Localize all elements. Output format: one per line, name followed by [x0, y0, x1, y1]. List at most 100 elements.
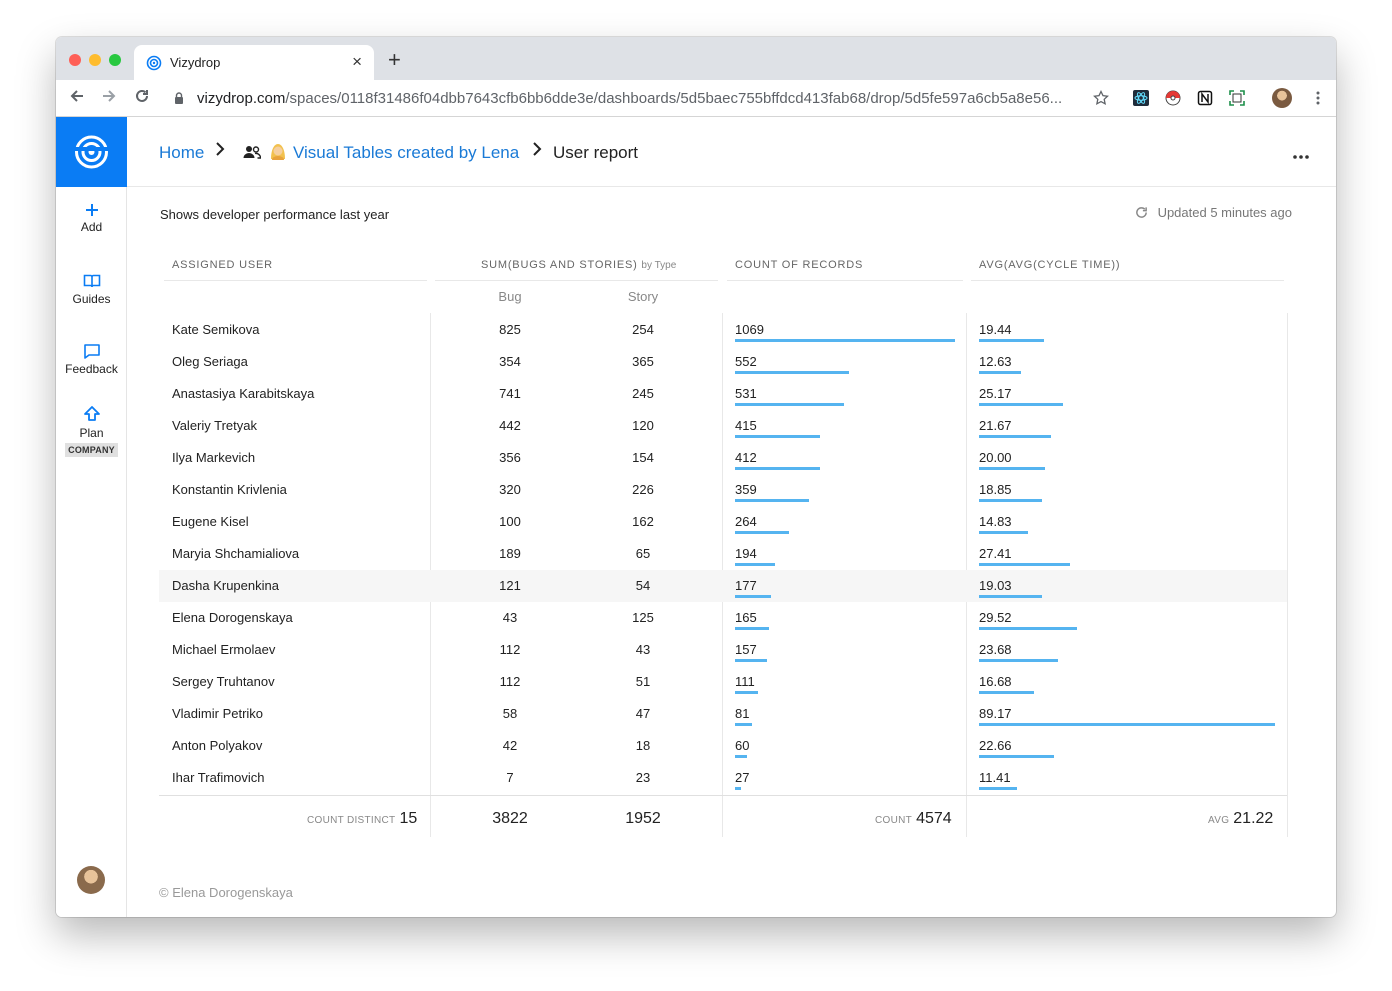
count-bar [735, 627, 769, 630]
maximize-window-button[interactable] [109, 54, 121, 66]
cell-user: Kate Semikova [172, 322, 260, 337]
browser-window: Vizydrop × + vizydrop.com/spaces/0118f31… [56, 37, 1336, 917]
cell-count: 165 [735, 610, 757, 625]
react-devtools-icon[interactable] [1133, 90, 1149, 106]
table-row[interactable]: Valeriy Tretyak 442 120 415 21.67 [159, 410, 1287, 442]
chevron-right-icon [215, 140, 225, 161]
cell-story: 23 [635, 770, 651, 785]
table-row[interactable]: Kate Semikova 825 254 1069 19.44 [159, 314, 1287, 346]
browser-tab[interactable]: Vizydrop × [134, 45, 374, 80]
cell-story: 120 [632, 418, 654, 433]
count-bar [735, 723, 752, 726]
screenshot-extension-icon[interactable] [1229, 90, 1245, 106]
cell-story: 65 [635, 546, 651, 561]
total-distinct-users: COUNT DISTINCT 15 [307, 810, 417, 828]
person-emoji-icon [268, 141, 288, 166]
column-header-avg[interactable]: AVG(AVG(CYCLE TIME)) [979, 259, 1120, 271]
profile-avatar-icon[interactable] [1272, 88, 1292, 108]
column-divider [1287, 313, 1288, 837]
cell-story: 365 [632, 354, 654, 369]
back-arrow-icon[interactable] [68, 87, 86, 111]
count-bar [735, 755, 747, 758]
cell-avg: 21.67 [979, 418, 1012, 433]
column-header-count[interactable]: COUNT OF RECORDS [735, 259, 863, 271]
column-header-user[interactable]: ASSIGNED USER [172, 259, 273, 271]
cell-count: 359 [735, 482, 757, 497]
table-row[interactable]: Eugene Kisel 100 162 264 14.83 [159, 506, 1287, 538]
cell-user: Anton Polyakov [172, 738, 263, 753]
lock-icon[interactable] [174, 92, 184, 110]
total-distinct-label: COUNT DISTINCT [307, 815, 396, 826]
sidebar-item-add[interactable]: Add [56, 203, 127, 234]
url-path: /spaces/0118f31486f04dbb7643cfb6bb6dde3e… [285, 90, 1063, 107]
count-bar [735, 371, 849, 374]
cell-avg: 11.41 [979, 770, 1011, 785]
avg-bar [979, 371, 1021, 374]
cell-count: 111 [735, 674, 755, 689]
table-row[interactable]: Maryia Shchamialiova 189 65 194 27.41 [159, 538, 1287, 570]
table-row[interactable]: Elena Dorogenskaya 43 125 165 29.52 [159, 602, 1287, 634]
users-group-icon [243, 145, 262, 164]
avg-bar [979, 403, 1063, 406]
book-icon [56, 273, 127, 292]
user-avatar[interactable] [77, 866, 105, 894]
cell-bug: 825 [499, 322, 521, 337]
app-sidebar: Add Guides Feedback Plan COMPANY [56, 117, 127, 917]
updated-text: Updated 5 minutes ago [1157, 205, 1292, 220]
avg-bar [979, 563, 1070, 566]
table-row[interactable]: Sergey Truhtanov 112 51 111 16.68 [159, 666, 1287, 698]
count-bar [735, 339, 955, 342]
avg-bar [979, 339, 1044, 342]
vizydrop-logo[interactable] [56, 117, 127, 187]
table-row[interactable]: Ilya Markevich 356 154 412 20.00 [159, 442, 1287, 474]
forward-arrow-icon[interactable] [100, 87, 118, 111]
cell-avg: 14.83 [979, 514, 1012, 529]
minimize-window-button[interactable] [89, 54, 101, 66]
table-row[interactable]: Ihar Trafimovich 7 23 27 11.41 [159, 762, 1287, 794]
avg-bar [979, 435, 1051, 438]
table-row[interactable]: Michael Ermolaev 112 43 157 23.68 [159, 634, 1287, 666]
notion-extension-icon[interactable] [1197, 90, 1213, 106]
cell-user: Eugene Kisel [172, 514, 249, 529]
breadcrumb-space[interactable]: Visual Tables created by Lena [293, 143, 519, 163]
cell-count: 412 [735, 450, 757, 465]
header-underline [435, 280, 718, 281]
cell-avg: 20.00 [979, 450, 1012, 465]
total-avg: AVG 21.22 [1208, 810, 1273, 828]
table-row[interactable]: Vladimir Petriko 58 47 81 89.17 [159, 698, 1287, 730]
table-row[interactable]: Dasha Krupenkina 121 54 177 19.03 [159, 570, 1287, 602]
column-header-sum-label: SUM(BUGS AND STORIES) [481, 259, 638, 271]
new-tab-button[interactable]: + [388, 49, 401, 71]
sidebar-item-guides[interactable]: Guides [56, 273, 127, 306]
breadcrumb-home[interactable]: Home [159, 143, 204, 163]
breadcrumb-current: User report [553, 143, 639, 162]
cell-bug: 112 [499, 642, 521, 657]
avg-bar [979, 467, 1045, 470]
column-header-sum[interactable]: SUM(BUGS AND STORIES) by Type [481, 259, 676, 271]
table-row[interactable]: Oleg Seriaga 354 365 552 12.63 [159, 346, 1287, 378]
count-bar [735, 691, 758, 694]
total-bugs: 3822 [492, 810, 528, 827]
star-bookmark-icon[interactable] [1093, 89, 1109, 106]
count-bar [735, 499, 809, 502]
cell-avg: 25.17 [979, 386, 1012, 401]
pokeball-extension-icon[interactable] [1165, 90, 1181, 106]
cell-avg: 29.52 [979, 610, 1012, 625]
table-row[interactable]: Konstantin Krivlenia 320 226 359 18.85 [159, 474, 1287, 506]
close-window-button[interactable] [69, 54, 81, 66]
total-distinct-value: 15 [399, 810, 418, 827]
table-row[interactable]: Anastasiya Karabitskaya 741 245 531 25.17 [159, 378, 1287, 410]
updated-status[interactable]: Updated 5 minutes ago [1135, 205, 1292, 220]
more-options-icon[interactable] [1292, 147, 1310, 165]
subheader-bug: Bug [498, 289, 522, 304]
tab-close-icon[interactable]: × [352, 52, 362, 72]
table-row[interactable]: Anton Polyakov 42 18 60 22.66 [159, 730, 1287, 762]
address-bar[interactable]: vizydrop.com/spaces/0118f31486f04dbb7643… [197, 90, 1062, 107]
cell-user: Oleg Seriaga [172, 354, 248, 369]
browser-menu-icon[interactable] [1310, 90, 1326, 106]
total-stories: 1952 [625, 810, 661, 827]
sidebar-item-plan[interactable]: Plan COMPANY [56, 405, 127, 457]
cell-user: Ilya Markevich [172, 450, 256, 465]
reload-icon[interactable] [133, 87, 151, 111]
sidebar-item-feedback[interactable]: Feedback [56, 343, 127, 376]
